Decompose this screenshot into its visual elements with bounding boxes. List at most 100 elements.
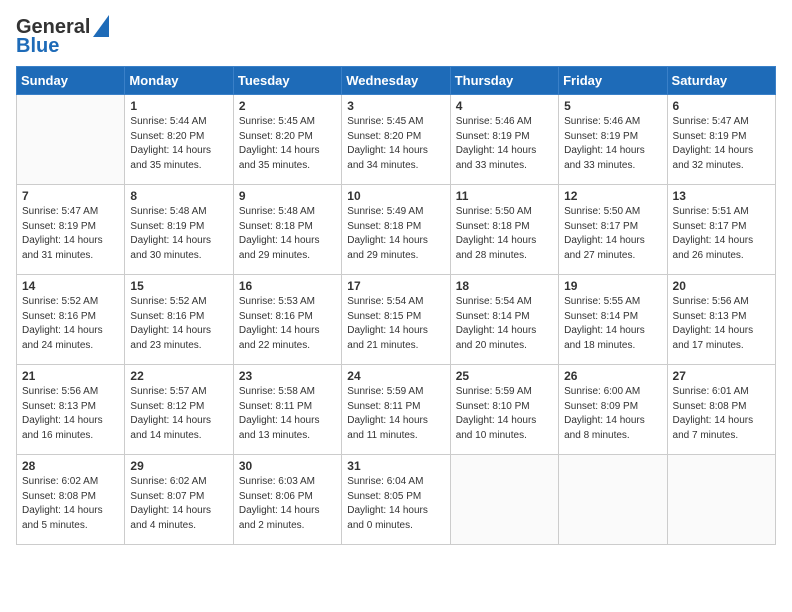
calendar-cell: 16Sunrise: 5:53 AM Sunset: 8:16 PM Dayli… [233, 275, 341, 365]
day-info: Sunrise: 5:49 AM Sunset: 8:18 PM Dayligh… [347, 205, 444, 263]
day-info: Sunrise: 5:54 AM Sunset: 8:14 PM Dayligh… [456, 295, 553, 353]
day-info: Sunrise: 5:58 AM Sunset: 8:11 PM Dayligh… [239, 385, 336, 443]
day-number: 12 [564, 189, 661, 203]
day-info: Sunrise: 6:04 AM Sunset: 8:05 PM Dayligh… [347, 475, 444, 533]
day-number: 3 [347, 99, 444, 113]
day-number: 19 [564, 279, 661, 293]
day-number: 18 [456, 279, 553, 293]
day-info: Sunrise: 5:52 AM Sunset: 8:16 PM Dayligh… [22, 295, 119, 353]
day-number: 13 [673, 189, 770, 203]
day-header-wednesday: Wednesday [342, 67, 450, 95]
day-number: 25 [456, 369, 553, 383]
calendar-cell: 13 Sunrise: 5:51 AM Sunset: 8:17 PM Dayli… [667, 185, 775, 275]
calendar-cell: 3 Sunrise: 5:45 AM Sunset: 8:20 PM Daylig… [342, 95, 450, 185]
day-number: 29 [130, 459, 227, 473]
calendar-cell: 17Sunrise: 5:54 AM Sunset: 8:15 PM Dayli… [342, 275, 450, 365]
day-number: 14 [22, 279, 119, 293]
calendar-cell: 30 Sunrise: 6:03 AM Sunset: 8:06 PM Dayli… [233, 455, 341, 545]
calendar-cell: 25Sunrise: 5:59 AM Sunset: 8:10 PM Dayli… [450, 365, 558, 455]
day-header-monday: Monday [125, 67, 233, 95]
calendar-cell: 12 Sunrise: 5:50 AM Sunset: 8:17 PM Dayli… [559, 185, 667, 275]
day-number: 2 [239, 99, 336, 113]
day-info: Sunrise: 5:46 AM Sunset: 8:19 PM Dayligh… [564, 115, 661, 173]
calendar-cell [450, 455, 558, 545]
calendar-cell: 8 Sunrise: 5:48 AM Sunset: 8:19 PM Daylig… [125, 185, 233, 275]
calendar-cell [559, 455, 667, 545]
day-number: 4 [456, 99, 553, 113]
day-info: Sunrise: 5:50 AM Sunset: 8:17 PM Dayligh… [564, 205, 661, 263]
day-info: Sunrise: 5:56 AM Sunset: 8:13 PM Dayligh… [673, 295, 770, 353]
calendar-cell: 5 Sunrise: 5:46 AM Sunset: 8:19 PM Daylig… [559, 95, 667, 185]
day-number: 30 [239, 459, 336, 473]
day-info: Sunrise: 5:47 AM Sunset: 8:19 PM Dayligh… [22, 205, 119, 263]
day-info: Sunrise: 6:00 AM Sunset: 8:09 PM Dayligh… [564, 385, 661, 443]
calendar-header-row: SundayMondayTuesdayWednesdayThursdayFrid… [17, 67, 776, 95]
day-number: 16 [239, 279, 336, 293]
logo-blue: Blue [16, 35, 59, 58]
day-number: 7 [22, 189, 119, 203]
day-info: Sunrise: 5:47 AM Sunset: 8:19 PM Dayligh… [673, 115, 770, 173]
calendar-week-row: 7 Sunrise: 5:47 AM Sunset: 8:19 PM Daylig… [17, 185, 776, 275]
calendar-cell: 7 Sunrise: 5:47 AM Sunset: 8:19 PM Daylig… [17, 185, 125, 275]
calendar-week-row: 1 Sunrise: 5:44 AM Sunset: 8:20 PM Daylig… [17, 95, 776, 185]
calendar-cell: 19 Sunrise: 5:55 AM Sunset: 8:14 PM Dayli… [559, 275, 667, 365]
day-number: 21 [22, 369, 119, 383]
day-info: Sunrise: 5:55 AM Sunset: 8:14 PM Dayligh… [564, 295, 661, 353]
day-number: 23 [239, 369, 336, 383]
day-info: Sunrise: 5:56 AM Sunset: 8:13 PM Dayligh… [22, 385, 119, 443]
calendar-cell: 21 Sunrise: 5:56 AM Sunset: 8:13 PM Dayli… [17, 365, 125, 455]
calendar-cell: 31 Sunrise: 6:04 AM Sunset: 8:05 PM Dayli… [342, 455, 450, 545]
day-header-tuesday: Tuesday [233, 67, 341, 95]
day-header-saturday: Saturday [667, 67, 775, 95]
day-number: 11 [456, 189, 553, 203]
calendar-cell: 27 Sunrise: 6:01 AM Sunset: 8:08 PM Dayli… [667, 365, 775, 455]
day-number: 15 [130, 279, 227, 293]
day-info: Sunrise: 6:03 AM Sunset: 8:06 PM Dayligh… [239, 475, 336, 533]
day-info: Sunrise: 5:45 AM Sunset: 8:20 PM Dayligh… [239, 115, 336, 173]
calendar-cell: 23 Sunrise: 5:58 AM Sunset: 8:11 PM Dayli… [233, 365, 341, 455]
day-number: 10 [347, 189, 444, 203]
day-number: 27 [673, 369, 770, 383]
day-info: Sunrise: 5:46 AM Sunset: 8:19 PM Dayligh… [456, 115, 553, 173]
day-number: 20 [673, 279, 770, 293]
day-info: Sunrise: 6:02 AM Sunset: 8:08 PM Dayligh… [22, 475, 119, 533]
calendar-cell: 22Sunrise: 5:57 AM Sunset: 8:12 PM Dayli… [125, 365, 233, 455]
day-info: Sunrise: 5:48 AM Sunset: 8:19 PM Dayligh… [130, 205, 227, 263]
calendar-cell: 2 Sunrise: 5:45 AM Sunset: 8:20 PM Daylig… [233, 95, 341, 185]
day-info: Sunrise: 5:51 AM Sunset: 8:17 PM Dayligh… [673, 205, 770, 263]
calendar-week-row: 21 Sunrise: 5:56 AM Sunset: 8:13 PM Dayli… [17, 365, 776, 455]
day-info: Sunrise: 5:57 AM Sunset: 8:12 PM Dayligh… [130, 385, 227, 443]
day-number: 26 [564, 369, 661, 383]
calendar-cell: 18 Sunrise: 5:54 AM Sunset: 8:14 PM Dayli… [450, 275, 558, 365]
day-number: 1 [130, 99, 227, 113]
calendar-cell: 26 Sunrise: 6:00 AM Sunset: 8:09 PM Dayli… [559, 365, 667, 455]
calendar-cell: 1 Sunrise: 5:44 AM Sunset: 8:20 PM Daylig… [125, 95, 233, 185]
calendar-cell: 28Sunrise: 6:02 AM Sunset: 8:08 PM Dayli… [17, 455, 125, 545]
day-info: Sunrise: 5:52 AM Sunset: 8:16 PM Dayligh… [130, 295, 227, 353]
day-info: Sunrise: 5:45 AM Sunset: 8:20 PM Dayligh… [347, 115, 444, 173]
calendar-cell: 20 Sunrise: 5:56 AM Sunset: 8:13 PM Dayli… [667, 275, 775, 365]
day-number: 6 [673, 99, 770, 113]
calendar-cell: 10 Sunrise: 5:49 AM Sunset: 8:18 PM Dayli… [342, 185, 450, 275]
logo-icon [93, 15, 109, 37]
calendar-table: SundayMondayTuesdayWednesdayThursdayFrid… [16, 66, 776, 545]
logo: General Blue [16, 16, 109, 58]
day-number: 5 [564, 99, 661, 113]
calendar-week-row: 14 Sunrise: 5:52 AM Sunset: 8:16 PM Dayli… [17, 275, 776, 365]
calendar-cell: 15 Sunrise: 5:52 AM Sunset: 8:16 PM Dayli… [125, 275, 233, 365]
day-info: Sunrise: 5:59 AM Sunset: 8:11 PM Dayligh… [347, 385, 444, 443]
calendar-cell: 24Sunrise: 5:59 AM Sunset: 8:11 PM Dayli… [342, 365, 450, 455]
calendar-week-row: 28Sunrise: 6:02 AM Sunset: 8:08 PM Dayli… [17, 455, 776, 545]
day-info: Sunrise: 5:44 AM Sunset: 8:20 PM Dayligh… [130, 115, 227, 173]
calendar-cell: 14 Sunrise: 5:52 AM Sunset: 8:16 PM Dayli… [17, 275, 125, 365]
day-number: 8 [130, 189, 227, 203]
day-number: 31 [347, 459, 444, 473]
header: General Blue [16, 16, 776, 58]
day-info: Sunrise: 5:48 AM Sunset: 8:18 PM Dayligh… [239, 205, 336, 263]
day-header-friday: Friday [559, 67, 667, 95]
calendar-cell: 6 Sunrise: 5:47 AM Sunset: 8:19 PM Daylig… [667, 95, 775, 185]
day-info: Sunrise: 6:01 AM Sunset: 8:08 PM Dayligh… [673, 385, 770, 443]
calendar-cell [17, 95, 125, 185]
day-number: 17 [347, 279, 444, 293]
calendar-cell: 11Sunrise: 5:50 AM Sunset: 8:18 PM Dayli… [450, 185, 558, 275]
